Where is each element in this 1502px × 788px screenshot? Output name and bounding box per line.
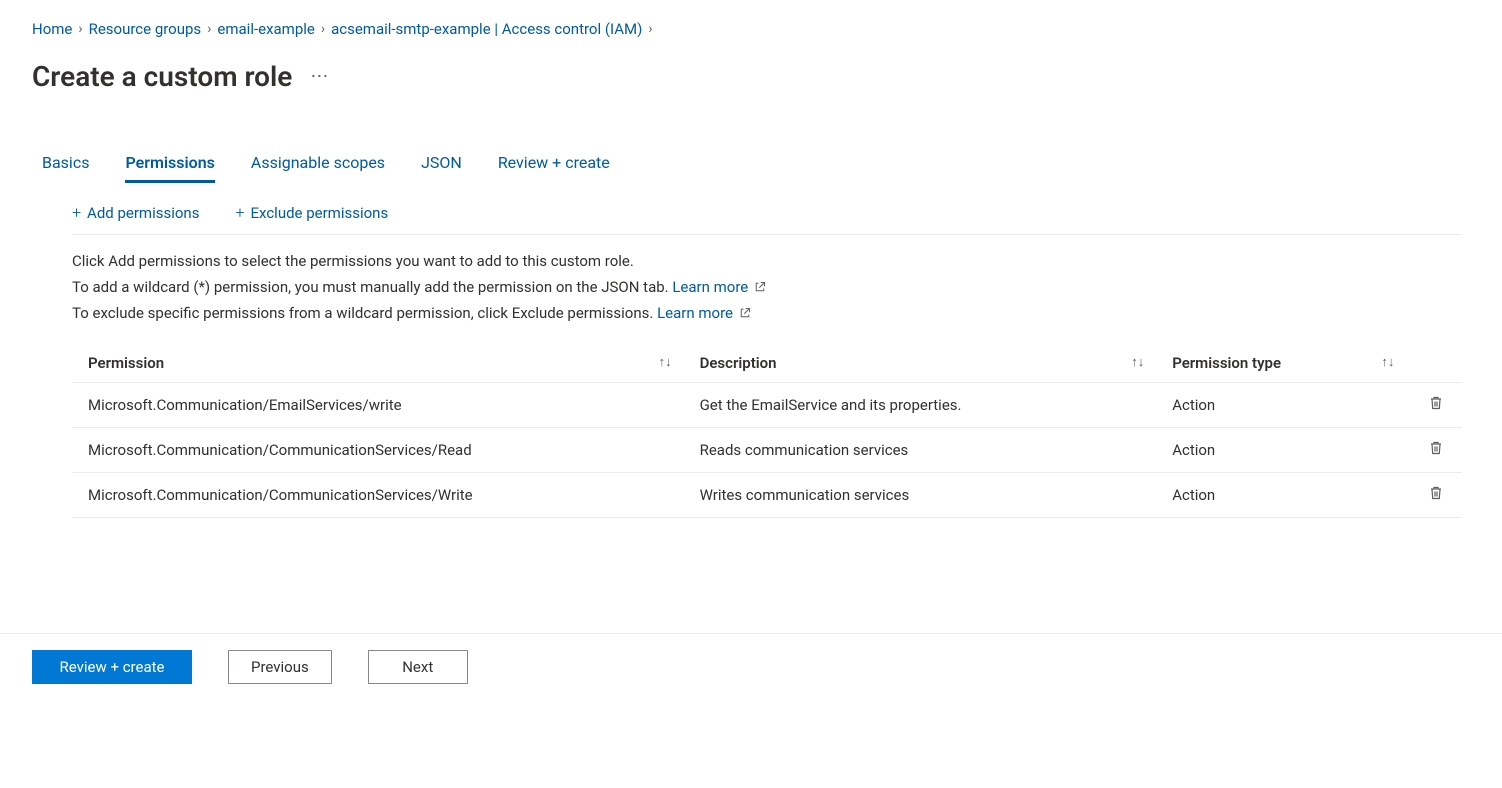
- cell-permission: Microsoft.Communication/CommunicationSer…: [72, 472, 684, 517]
- learn-more-link-wildcard[interactable]: Learn more: [672, 278, 766, 296]
- tab-assignable-scopes[interactable]: Assignable scopes: [251, 153, 385, 183]
- tab-json[interactable]: JSON: [421, 153, 462, 183]
- cell-permission-type: Action: [1156, 382, 1406, 427]
- exclude-permissions-button[interactable]: + Exclude permissions: [235, 203, 388, 222]
- tab-basics[interactable]: Basics: [42, 153, 89, 183]
- cell-description: Get the EmailService and its properties.: [684, 382, 1157, 427]
- add-permissions-button[interactable]: + Add permissions: [72, 203, 199, 222]
- sort-icon[interactable]: ↑↓: [659, 354, 672, 370]
- info-line-2: To add a wildcard (*) permission, you mu…: [72, 278, 672, 296]
- info-text: Click Add permissions to select the perm…: [72, 249, 1462, 328]
- chevron-right-icon: ›: [648, 21, 652, 37]
- delete-row-button[interactable]: [1406, 472, 1462, 517]
- col-header-description[interactable]: Description ↑↓: [684, 344, 1157, 383]
- permissions-table: Permission ↑↓ Description ↑↓ Permission …: [72, 344, 1462, 518]
- cell-permission-type: Action: [1156, 427, 1406, 472]
- col-header-permission[interactable]: Permission ↑↓: [72, 344, 684, 383]
- cell-permission: Microsoft.Communication/CommunicationSer…: [72, 427, 684, 472]
- table-row: Microsoft.Communication/EmailServices/wr…: [72, 382, 1462, 427]
- plus-icon: +: [72, 203, 81, 222]
- more-actions-button[interactable]: ⋯: [310, 66, 329, 87]
- page-title: Create a custom role: [32, 60, 292, 93]
- delete-row-button[interactable]: [1406, 382, 1462, 427]
- breadcrumb: Home › Resource groups › email-example ›…: [32, 20, 1470, 38]
- cell-permission: Microsoft.Communication/EmailServices/wr…: [72, 382, 684, 427]
- cell-permission-type: Action: [1156, 472, 1406, 517]
- breadcrumb-item-access-control[interactable]: acsemail-smtp-example | Access control (…: [331, 20, 642, 38]
- add-permissions-label: Add permissions: [87, 204, 199, 222]
- trash-icon: [1428, 487, 1444, 505]
- info-line-3: To exclude specific permissions from a w…: [72, 304, 657, 322]
- next-button[interactable]: Next: [368, 650, 468, 684]
- learn-more-link-exclude[interactable]: Learn more: [657, 304, 751, 322]
- tabs: Basics Permissions Assignable scopes JSO…: [42, 153, 1470, 183]
- plus-icon: +: [235, 203, 244, 222]
- col-header-permission-type[interactable]: Permission type ↑↓: [1156, 344, 1406, 383]
- external-link-icon: [754, 276, 766, 302]
- cell-description: Reads communication services: [684, 427, 1157, 472]
- breadcrumb-item-resource-groups[interactable]: Resource groups: [89, 20, 202, 38]
- breadcrumb-item-home[interactable]: Home: [32, 20, 72, 38]
- tab-permissions[interactable]: Permissions: [125, 153, 214, 183]
- trash-icon: [1428, 442, 1444, 460]
- review-create-button[interactable]: Review + create: [32, 650, 192, 684]
- table-row: Microsoft.Communication/CommunicationSer…: [72, 472, 1462, 517]
- sort-icon[interactable]: ↑↓: [1131, 354, 1144, 370]
- chevron-right-icon: ›: [321, 21, 325, 37]
- breadcrumb-item-email-example[interactable]: email-example: [217, 20, 314, 38]
- sort-icon[interactable]: ↑↓: [1381, 354, 1394, 370]
- chevron-right-icon: ›: [207, 21, 211, 37]
- exclude-permissions-label: Exclude permissions: [251, 204, 389, 222]
- previous-button[interactable]: Previous: [228, 650, 332, 684]
- tab-review-create[interactable]: Review + create: [498, 153, 610, 183]
- wizard-footer: Review + create Previous Next: [0, 633, 1502, 700]
- cell-description: Writes communication services: [684, 472, 1157, 517]
- info-line-1: Click Add permissions to select the perm…: [72, 252, 634, 270]
- chevron-right-icon: ›: [78, 21, 82, 37]
- table-row: Microsoft.Communication/CommunicationSer…: [72, 427, 1462, 472]
- trash-icon: [1428, 397, 1444, 415]
- external-link-icon: [739, 302, 751, 328]
- delete-row-button[interactable]: [1406, 427, 1462, 472]
